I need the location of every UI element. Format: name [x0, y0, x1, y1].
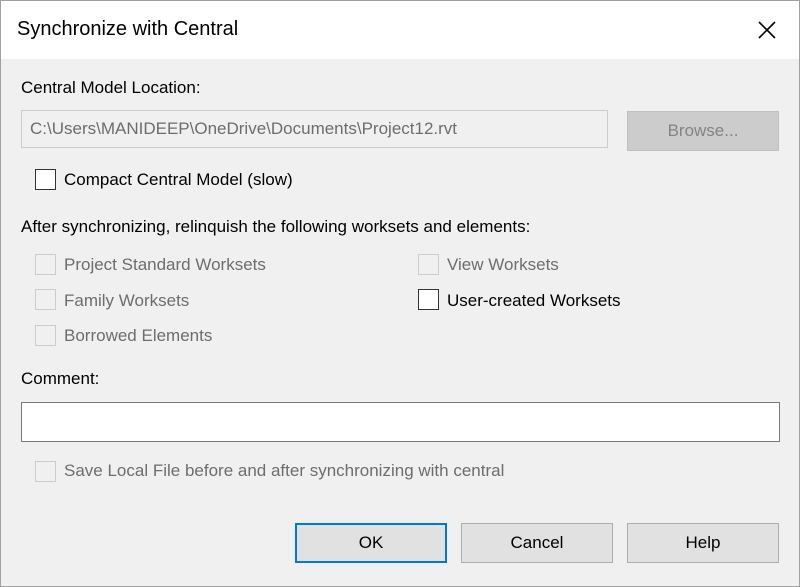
- borrowed-elements-label: Borrowed Elements: [64, 326, 213, 345]
- project-standard-worksets-checkbox[interactable]: [35, 254, 56, 275]
- compact-central-model-checkbox[interactable]: [35, 169, 56, 190]
- view-worksets-checkbox[interactable]: [418, 254, 439, 275]
- family-worksets-label: Family Worksets: [64, 291, 190, 310]
- view-worksets-label: View Worksets: [447, 255, 559, 274]
- help-button[interactable]: Help: [627, 523, 779, 563]
- project-standard-worksets-label: Project Standard Worksets: [64, 255, 266, 274]
- family-worksets-checkbox[interactable]: [35, 289, 56, 310]
- user-created-worksets-label: User-created Worksets: [447, 291, 621, 310]
- ok-button[interactable]: OK: [295, 523, 447, 563]
- comment-input[interactable]: [21, 402, 780, 442]
- save-local-file-checkbox[interactable]: [35, 461, 56, 482]
- dialog-title: Synchronize with Central: [17, 18, 239, 40]
- cancel-button[interactable]: Cancel: [461, 523, 613, 563]
- close-icon: [758, 21, 776, 39]
- borrowed-elements-checkbox[interactable]: [35, 325, 56, 346]
- compact-central-model-label: Compact Central Model (slow): [64, 170, 293, 189]
- browse-button[interactable]: Browse...: [627, 111, 779, 151]
- save-local-file-label: Save Local File before and after synchro…: [64, 461, 505, 480]
- title-bar: Synchronize with Central: [1, 1, 799, 59]
- user-created-worksets-checkbox[interactable]: [418, 289, 439, 310]
- close-button[interactable]: [735, 1, 799, 59]
- synchronize-dialog: Synchronize with Central Central Model L…: [0, 0, 800, 587]
- central-model-location-label: Central Model Location:: [21, 78, 201, 97]
- comment-label: Comment:: [21, 369, 100, 388]
- relinquish-heading: After synchronizing, relinquish the foll…: [21, 217, 531, 236]
- central-model-path-field: C:\Users\MANIDEEP\OneDrive\Documents\Pro…: [21, 110, 608, 148]
